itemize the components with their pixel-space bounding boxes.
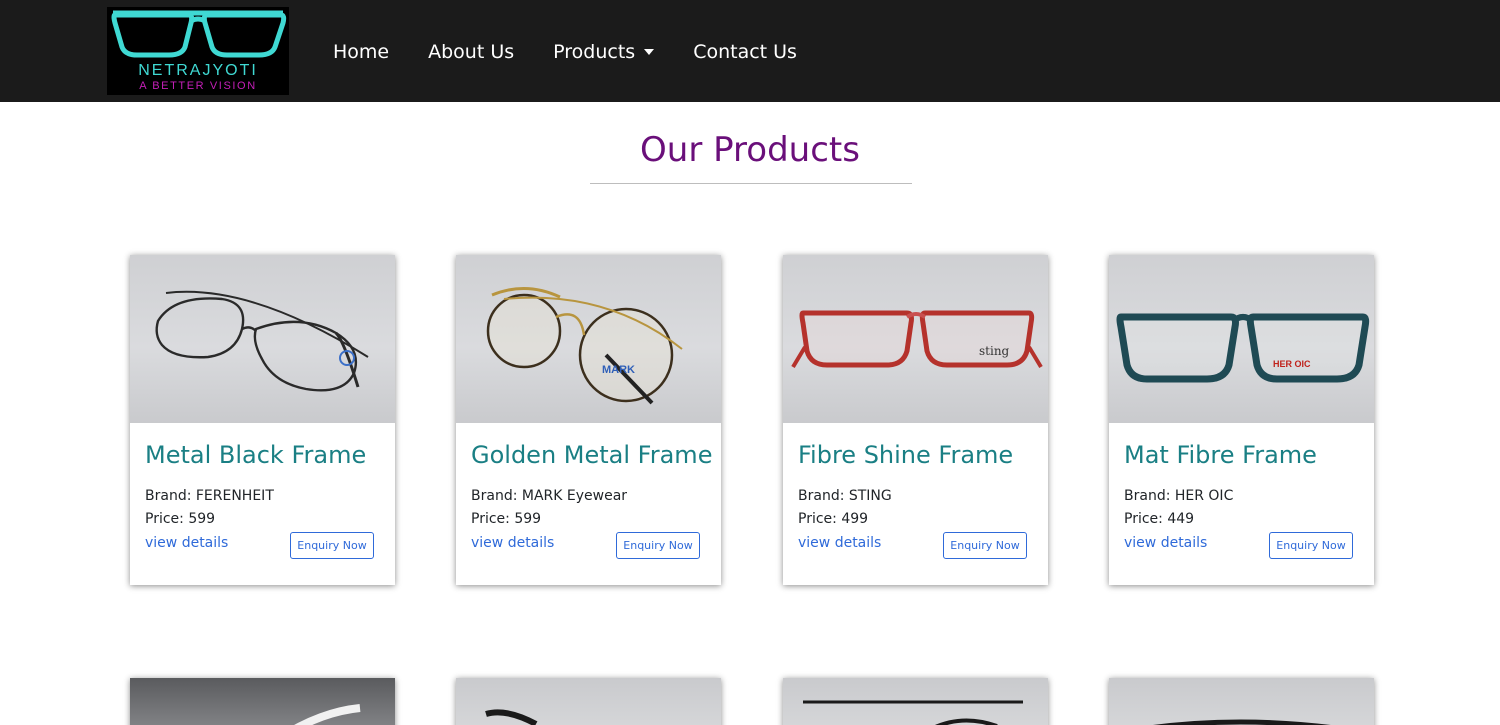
product-image[interactable]: HER OIC [1109,255,1374,423]
nav-contact-label: Contact Us [693,41,797,63]
product-image[interactable] [456,678,721,725]
product-brand: Brand: STING [798,488,892,504]
product-image[interactable]: MARK [456,255,721,423]
product-image[interactable] [130,678,395,725]
caret-down-icon [644,49,655,55]
product-brand: Brand: HER OIC [1124,488,1234,504]
enquiry-now-button[interactable]: Enquiry Now [290,532,374,559]
product-price: Price: 599 [471,511,542,527]
navbar: NETRAJYOTI A BETTER VISION Home About Us… [0,0,1500,102]
view-details-link[interactable]: view details [798,535,881,551]
enquiry-now-button[interactable]: Enquiry Now [616,532,700,559]
logo-name: NETRAJYOTI [138,62,258,79]
nav-products-label: Products [553,41,636,63]
product-title: Metal Black Frame [145,441,367,469]
nav-about-label: About Us [428,41,515,63]
product-image[interactable] [1109,678,1374,725]
view-details-link[interactable]: view details [1124,535,1207,551]
product-card-partial [1109,678,1374,725]
product-image[interactable]: sting [783,255,1048,423]
svg-text:HER OIC: HER OIC [1273,359,1311,369]
product-card: MARK Golden Metal Frame Brand: MARK Eyew… [456,255,721,585]
product-card: sting Fibre Shine Frame Brand: STING Pri… [783,255,1048,585]
nav-about-us[interactable]: About Us [428,38,514,66]
nav-home-label: Home [333,41,390,63]
product-title: Mat Fibre Frame [1124,441,1317,469]
site-logo[interactable]: NETRAJYOTI A BETTER VISION [107,7,289,95]
product-card-partial [783,678,1048,725]
product-card-partial [456,678,721,725]
product-title: Golden Metal Frame [471,441,713,469]
enquiry-now-button[interactable]: Enquiry Now [943,532,1027,559]
title-divider [590,183,912,184]
product-brand: Brand: FERENHEIT [145,488,274,504]
product-price: Price: 499 [798,511,869,527]
view-details-link[interactable]: view details [471,535,554,551]
logo-tagline: A BETTER VISION [139,80,257,92]
nav-products-dropdown[interactable]: Products [553,38,655,66]
nav-contact-us[interactable]: Contact Us [693,38,797,66]
svg-text:MARK: MARK [602,364,635,376]
nav-home[interactable]: Home [333,38,389,66]
page-title: Our Products [640,130,860,170]
svg-text:sting: sting [979,344,1010,358]
eyeglasses-icon [111,10,287,58]
view-details-link[interactable]: view details [145,535,228,551]
product-title: Fibre Shine Frame [798,441,1014,469]
main-nav: Home About Us Products Contact Us [333,38,836,66]
product-image[interactable] [783,678,1048,725]
product-card: HER OIC Mat Fibre Frame Brand: HER OIC P… [1109,255,1374,585]
product-card-partial [130,678,395,725]
product-card: Metal Black Frame Brand: FERENHEIT Price… [130,255,395,585]
product-image[interactable] [130,255,395,423]
enquiry-now-button[interactable]: Enquiry Now [1269,532,1353,559]
product-price: Price: 599 [145,511,216,527]
product-price: Price: 449 [1124,511,1195,527]
product-brand: Brand: MARK Eyewear [471,488,628,504]
